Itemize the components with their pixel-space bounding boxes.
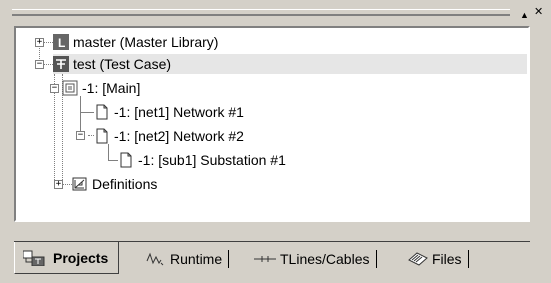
projects-icon [22,250,45,266]
tree-node-definitions[interactable]: Definitions [72,174,157,194]
tree-node-label: master (Master Library) [73,34,219,50]
tree-node-label: test (Test Case) [73,56,172,72]
tree-node-net1[interactable]: -1: [net1] Network #1 [94,102,244,122]
tab-bar: Projects Runtime TLines/Cables Files [0,232,551,283]
page-icon [118,152,134,168]
tab-tlines-cables[interactable]: TLines/Cables [254,246,383,272]
test-case-icon [53,56,69,72]
tree-node-label: -1: [sub1] Substation #1 [138,152,286,168]
collapse-toggle[interactable]: − [76,131,85,140]
tab-separator [228,250,230,268]
tree-line [80,112,94,113]
panel-title-bar: ▲ ✕ [0,0,551,26]
tab-files[interactable]: Files [408,246,475,272]
tree-node-test[interactable]: test (Test Case) [53,54,527,74]
tree-node-label: -1: [net2] Network #2 [114,128,244,144]
project-tree[interactable]: + − − − + L master (Master Library) test… [14,26,530,222]
page-icon [94,128,110,144]
expand-toggle[interactable]: + [35,38,44,47]
collapse-toggle[interactable]: − [50,84,59,93]
tree-line [108,160,118,161]
svg-text:L: L [58,36,65,50]
collapse-toggle[interactable]: − [35,60,44,69]
tree-line [108,144,109,160]
tree-node-net2[interactable]: -1: [net2] Network #2 [94,126,244,146]
definitions-icon [72,176,88,192]
expand-toggle[interactable]: + [54,180,63,189]
tree-node-sub1[interactable]: -1: [sub1] Substation #1 [118,150,286,170]
page-icon [94,104,110,120]
tab-label: Files [432,251,462,267]
files-icon [408,251,428,267]
tree-node-label: Definitions [92,176,158,192]
pin-button[interactable]: ▲ [520,8,529,22]
tab-projects[interactable]: Projects [14,242,120,274]
tline-icon [254,251,276,267]
tab-label: TLines/Cables [280,251,370,267]
tab-separator [467,250,469,268]
close-button[interactable]: ✕ [534,5,543,19]
drag-grip-line [12,15,510,16]
tree-node-label: -1: [Main] [82,80,141,96]
tab-label: Runtime [170,251,223,267]
tree-node-main[interactable]: -1: [Main] [62,78,140,98]
runtime-icon [146,251,166,267]
tab-runtime[interactable]: Runtime [146,246,235,272]
tab-label: Projects [53,249,109,266]
tab-separator [375,250,377,268]
library-icon: L [53,34,69,50]
tree-node-master[interactable]: L master (Master Library) [53,32,218,52]
module-icon [62,80,78,96]
tree-node-label: -1: [net1] Network #1 [114,104,244,120]
